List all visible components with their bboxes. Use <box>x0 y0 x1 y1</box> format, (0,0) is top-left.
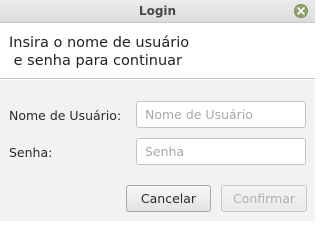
username-label: Nome de Usuário: <box>9 108 122 123</box>
cancel-button[interactable]: Cancelar <box>126 185 211 212</box>
login-dialog: Login Insira o nome de usuário e senha p… <box>0 0 315 221</box>
header-message-line2: e senha para continuar <box>9 53 183 69</box>
password-label: Senha: <box>9 145 53 160</box>
close-icon <box>297 7 305 15</box>
password-input[interactable] <box>136 138 306 165</box>
dialog-header: Insira o nome de usuário e senha para co… <box>0 23 315 79</box>
close-button[interactable] <box>294 4 308 18</box>
header-message-line1: Insira o nome de usuário <box>9 35 190 51</box>
window-title: Login <box>138 4 177 18</box>
titlebar[interactable]: Login <box>0 0 315 23</box>
confirm-button[interactable]: Confirmar <box>221 185 307 212</box>
username-input[interactable] <box>136 101 306 128</box>
form-area: Nome de Usuário: Senha: Cancelar Confirm… <box>0 80 315 221</box>
